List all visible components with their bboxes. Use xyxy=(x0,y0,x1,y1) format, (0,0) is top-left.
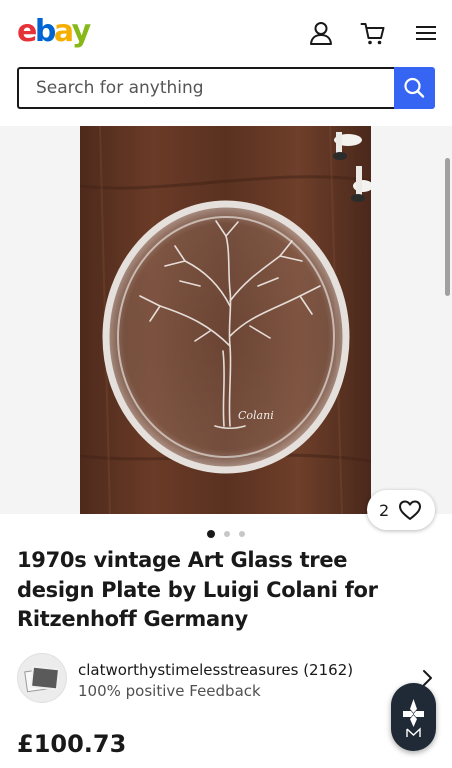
gallery-pagination xyxy=(0,530,452,540)
search-icon xyxy=(404,77,425,98)
seller-avatar xyxy=(17,653,67,703)
seller-feedback: 100% positive Feedback xyxy=(78,682,261,700)
logo-letter-e: e xyxy=(17,14,37,49)
pagination-dot-active[interactable] xyxy=(207,530,215,538)
assistant-button[interactable] xyxy=(391,683,436,751)
search-bar xyxy=(17,67,435,109)
photo-placeholder-icon xyxy=(24,665,61,693)
logo-letter-y: y xyxy=(71,14,92,49)
logo-letter-b: b xyxy=(34,14,56,49)
heart-icon xyxy=(399,500,421,520)
image-gallery[interactable]: Colani xyxy=(0,125,452,515)
search-button[interactable] xyxy=(394,67,435,109)
plate-signature: Colani xyxy=(238,409,274,422)
pagination-dot[interactable] xyxy=(224,531,230,537)
assistant-logo-icon xyxy=(403,699,424,737)
hamburger-menu-icon[interactable] xyxy=(414,20,440,46)
site-header: ebay xyxy=(0,0,452,126)
ebay-logo[interactable]: ebay xyxy=(17,12,92,52)
logo-letter-a: a xyxy=(53,14,74,49)
cart-icon[interactable] xyxy=(360,20,386,46)
listing-price: £100.73 xyxy=(17,730,127,758)
watch-button[interactable]: 2 xyxy=(367,490,435,530)
pagination-dot[interactable] xyxy=(239,531,245,537)
page-scrollbar[interactable] xyxy=(445,158,450,296)
account-icon[interactable] xyxy=(308,20,334,46)
listing-title: 1970s vintage Art Glass tree design Plat… xyxy=(17,548,378,631)
seller-card[interactable]: clatworthystimelesstreasures (2162) 100%… xyxy=(17,653,442,705)
listing-photo[interactable]: Colani xyxy=(79,125,373,515)
search-input[interactable] xyxy=(17,67,395,109)
seller-name[interactable]: clatworthystimelesstreasures (2162) xyxy=(78,660,353,680)
watch-count: 2 xyxy=(379,501,390,520)
